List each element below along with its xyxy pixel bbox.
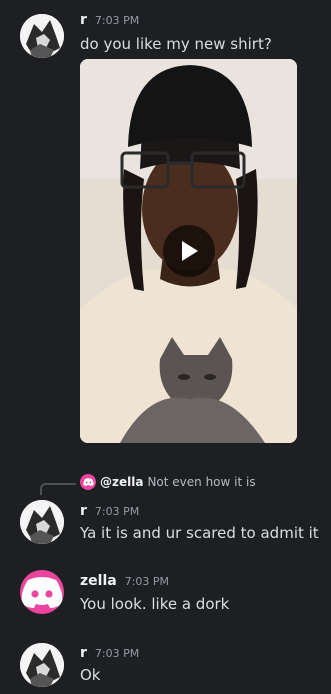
discord-logo-icon xyxy=(82,478,94,486)
message-text: You look. like a dork xyxy=(80,595,230,613)
message-text: do you like my new shirt? xyxy=(80,35,272,53)
timestamp: 7:03 PM xyxy=(94,505,140,518)
message-header: r 7:03 PM xyxy=(80,12,139,28)
play-icon xyxy=(182,241,198,261)
message-header: zella 7:03 PM xyxy=(80,573,169,589)
user-avatar-zella[interactable] xyxy=(20,570,64,614)
timestamp: 7:03 PM xyxy=(124,575,170,588)
discord-logo-icon xyxy=(21,577,63,608)
message-text: Ya it is and ur scared to admit it xyxy=(80,524,319,542)
reply-connector xyxy=(40,483,76,495)
message-header: r 7:03 PM xyxy=(80,645,139,661)
username[interactable]: zella xyxy=(80,573,117,589)
anime-avatar-icon xyxy=(20,500,64,544)
user-avatar-r[interactable] xyxy=(20,643,64,687)
timestamp: 7:03 PM xyxy=(94,647,140,660)
user-avatar-r[interactable] xyxy=(20,14,64,58)
username[interactable]: r xyxy=(80,503,87,519)
message-text: Ok xyxy=(80,666,101,684)
anime-avatar-icon xyxy=(20,14,64,58)
timestamp: 7:03 PM xyxy=(94,14,140,27)
reply-snippet: Not even how it is xyxy=(147,475,256,489)
reply-reference[interactable]: @zella Not even how it is xyxy=(80,474,256,490)
reply-username[interactable]: @zella xyxy=(100,475,143,489)
message-header: r 7:03 PM xyxy=(80,503,139,519)
username[interactable]: r xyxy=(80,645,87,661)
play-button[interactable] xyxy=(163,225,215,277)
reply-avatar xyxy=(80,474,96,490)
user-avatar-r[interactable] xyxy=(20,500,64,544)
video-attachment[interactable] xyxy=(80,59,297,443)
username[interactable]: r xyxy=(80,12,87,28)
anime-avatar-icon xyxy=(20,643,64,687)
